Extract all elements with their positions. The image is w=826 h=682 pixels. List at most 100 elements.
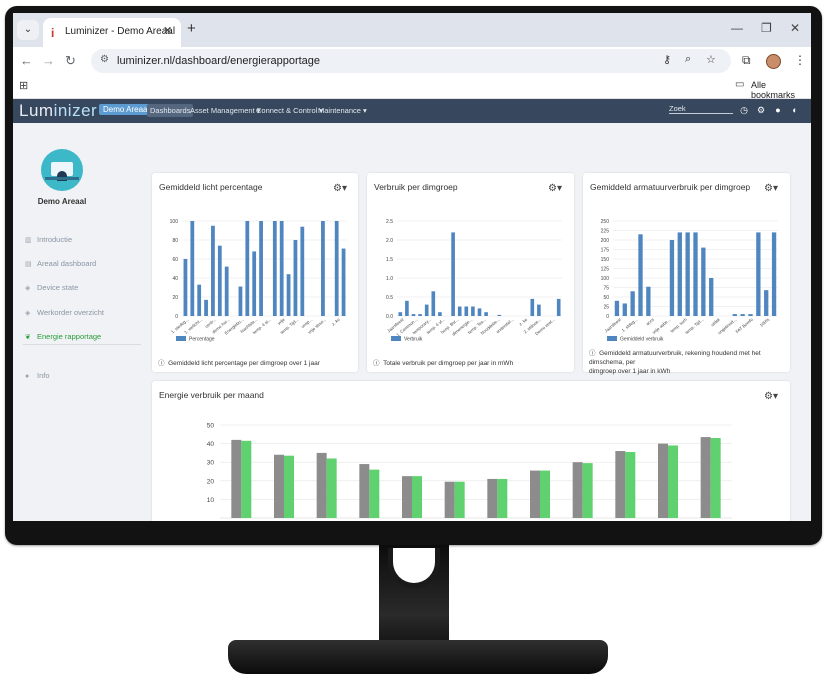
bar bbox=[398, 312, 403, 316]
card-fixture-usage: Gemiddeld armatuurverbruik per dimgroep … bbox=[583, 173, 790, 375]
bar bbox=[748, 314, 753, 316]
extensions-icon[interactable]: ⧉ bbox=[742, 53, 751, 68]
bar bbox=[693, 232, 698, 316]
profile-avatar[interactable] bbox=[766, 54, 781, 69]
card-usage-per-dimgroup: Verbruik per dimgroep ⚙▾ 0.0 0.5 1.0 1.5 2.0… bbox=[367, 173, 574, 372]
bar bbox=[454, 481, 465, 518]
bookmark-star-icon[interactable]: ☆ bbox=[706, 53, 716, 66]
bar bbox=[316, 452, 327, 518]
bar bbox=[231, 439, 242, 518]
usage-per-dimgroup-chart: 0.00.51.01.52.02.5Jaarsfeest1. Commun...… bbox=[386, 219, 562, 343]
restore-icon[interactable]: ❐ bbox=[761, 21, 772, 35]
nav-dashboards[interactable]: Dashboards bbox=[147, 104, 194, 117]
y-tick-label: 60 bbox=[172, 257, 178, 263]
avatar-desk-shape bbox=[45, 177, 79, 180]
browser-tab[interactable]: i Luminizer - Demo Areaal ✕ bbox=[43, 18, 181, 47]
new-tab-icon[interactable]: + bbox=[187, 20, 196, 37]
browser-tabstrip: ⌄ i Luminizer - Demo Areaal ✕ + — ❐ ✕ bbox=[13, 13, 811, 47]
y-tick-label: 0.0 bbox=[386, 314, 393, 320]
bar bbox=[272, 221, 277, 316]
bar bbox=[405, 300, 409, 316]
site-info-icon[interactable]: ⚙ bbox=[100, 54, 109, 65]
bar bbox=[638, 234, 643, 316]
card-footer: ⓘ Totale verbruik per dimgroep per jaar … bbox=[373, 360, 514, 367]
bar bbox=[740, 314, 745, 316]
bar bbox=[537, 304, 541, 316]
back-icon[interactable]: ← bbox=[20, 53, 33, 68]
bar bbox=[464, 306, 469, 316]
forward-icon[interactable]: → bbox=[42, 53, 55, 68]
y-tick-label: 30 bbox=[207, 460, 215, 467]
sidebar-item-introductie[interactable]: ▥ Introductie bbox=[25, 235, 72, 244]
search-input[interactable]: Zoek bbox=[669, 104, 733, 114]
bar bbox=[424, 304, 429, 316]
address-bar[interactable]: ⚙ luminizer.nl/dashboard/energierapporta… bbox=[91, 49, 731, 73]
reload-icon[interactable]: ↻ bbox=[65, 53, 76, 69]
y-tick-label: 2.5 bbox=[386, 219, 393, 225]
x-tick-label: FAT Bomfo bbox=[735, 317, 755, 335]
bar bbox=[646, 286, 651, 316]
y-tick-label: 10 bbox=[207, 497, 215, 504]
layers-icon: ◈ bbox=[25, 310, 31, 317]
y-tick-label: 200 bbox=[601, 238, 610, 244]
y-tick-label: 40 bbox=[172, 276, 178, 282]
minimize-icon[interactable]: — bbox=[731, 21, 743, 35]
card-title: Gemiddeld armatuurverbruik per dimgroep bbox=[590, 182, 751, 192]
luminizer-logo[interactable]: Luminizer bbox=[19, 101, 97, 121]
close-window-icon[interactable]: ✕ bbox=[790, 21, 800, 35]
nav-maintenance[interactable]: Maintenance ▾ bbox=[318, 106, 367, 115]
close-tab-icon[interactable]: ✕ bbox=[163, 24, 172, 37]
bar bbox=[658, 443, 668, 518]
organization-avatar bbox=[41, 149, 83, 191]
sidebar-item-energie-rapportage[interactable]: ❦ Energie rapportage bbox=[25, 332, 101, 341]
legend-label: Gemiddeld verbruik bbox=[620, 337, 664, 343]
y-tick-label: 75 bbox=[603, 286, 609, 292]
bar bbox=[540, 470, 550, 518]
card-settings-gear-icon[interactable]: ⚙▾ bbox=[548, 183, 562, 194]
browser-menu-icon[interactable]: ⋮ bbox=[794, 53, 806, 67]
password-key-icon[interactable]: ⚷ bbox=[663, 53, 671, 66]
sidebar-item-werkorder-overzicht[interactable]: ◈ Werkorder overzicht bbox=[25, 308, 104, 317]
bar bbox=[274, 454, 284, 518]
bar bbox=[615, 451, 626, 518]
tab-search-button[interactable]: ⌄ bbox=[17, 20, 39, 40]
card-settings-gear-icon[interactable]: ⚙▾ bbox=[764, 183, 778, 194]
y-tick-label: 175 bbox=[601, 248, 610, 254]
sidebar-item-areaal-dashboard[interactable]: ▤ Areaal dashboard bbox=[25, 259, 96, 268]
card-settings-gear-icon[interactable]: ⚙▾ bbox=[333, 183, 347, 194]
sidebar-item-info[interactable]: ● Info bbox=[25, 371, 50, 380]
bar bbox=[241, 440, 252, 518]
nav-asset-management[interactable]: Asset Management ▾ bbox=[190, 106, 260, 115]
bar bbox=[457, 306, 462, 316]
user-icon[interactable]: ● bbox=[773, 105, 783, 115]
bar bbox=[677, 232, 682, 316]
zoom-icon[interactable]: ⌕ bbox=[685, 53, 691, 66]
bar bbox=[556, 298, 561, 316]
sidebar-divider bbox=[23, 344, 141, 345]
settings-gear-icon[interactable]: ⚙ bbox=[756, 105, 766, 115]
bar bbox=[614, 300, 620, 316]
sidebar-item-device-state[interactable]: ◈ Device state bbox=[25, 283, 78, 292]
all-bookmarks-link[interactable]: Alle bookmarks bbox=[751, 80, 811, 100]
notifications-icon[interactable]: ◐ bbox=[790, 105, 800, 115]
x-tick-label: vrije bbox=[277, 317, 287, 326]
y-tick-label: 250 bbox=[601, 219, 610, 225]
bar bbox=[204, 299, 208, 316]
bar bbox=[321, 221, 325, 316]
history-icon[interactable]: ◷ bbox=[739, 105, 749, 115]
bar bbox=[582, 463, 593, 518]
card-footer: ⓘ Gemiddeld licht percentage per dimgroe… bbox=[158, 360, 320, 367]
apps-grid-icon[interactable]: ⊞ bbox=[19, 79, 28, 92]
card-monthly-energy: Energie verbruik per maand ⚙▾ 10 20 30 40 50… bbox=[152, 381, 790, 521]
favicon-icon: i bbox=[51, 26, 55, 40]
x-tick-label: vrije asbe... bbox=[651, 317, 671, 335]
y-tick-label: 40 bbox=[207, 441, 215, 448]
bar bbox=[224, 266, 229, 316]
nav-connect-control[interactable]: Connect & Control ▾ bbox=[256, 106, 323, 115]
area-selector[interactable]: Demo Areaal bbox=[99, 104, 154, 115]
chart-icon: ▥ bbox=[25, 237, 32, 244]
bar bbox=[530, 470, 540, 518]
card-footer: ⓘ Gemiddeld armatuurverbruik, rekening h… bbox=[589, 350, 761, 375]
bar bbox=[668, 445, 678, 518]
y-tick-label: 25 bbox=[603, 305, 609, 311]
